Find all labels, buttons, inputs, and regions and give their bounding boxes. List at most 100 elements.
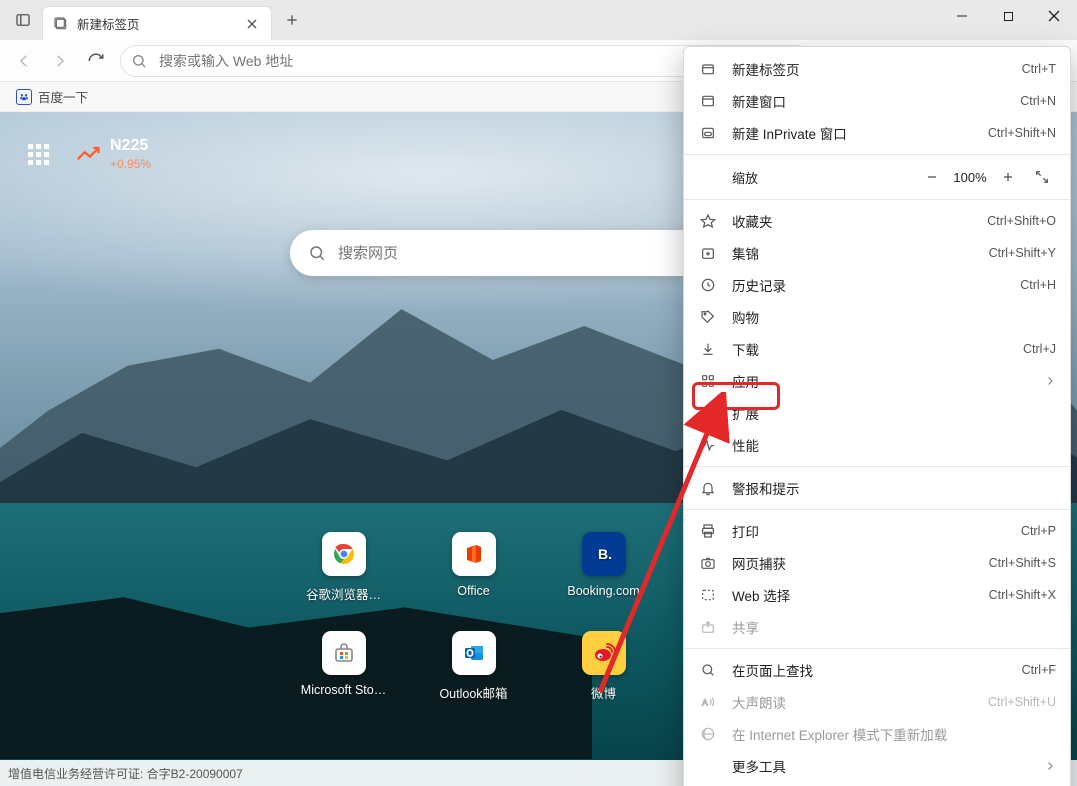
share-icon xyxy=(698,617,718,637)
star-icon xyxy=(698,211,718,231)
menu-label: 网页捕获 xyxy=(732,553,989,573)
chrome-icon xyxy=(322,532,366,576)
web-select-icon xyxy=(698,585,718,605)
ticker-symbol: N225 xyxy=(110,137,151,155)
menu-share: 共享 xyxy=(684,611,1070,643)
tile-label: Booking.com xyxy=(567,584,639,598)
tile-booking[interactable]: B. Booking.com xyxy=(554,532,654,603)
tab-actions-button[interactable] xyxy=(4,1,42,39)
shopping-icon xyxy=(698,307,718,327)
bell-icon xyxy=(698,478,718,498)
menu-label: 共享 xyxy=(732,617,1056,637)
menu-ie-mode: 在 Internet Explorer 模式下重新加载 xyxy=(684,718,1070,750)
msstore-icon xyxy=(322,631,366,675)
download-icon xyxy=(698,339,718,359)
settings-and-more-menu: 新建标签页 Ctrl+T 新建窗口 Ctrl+N 新建 InPrivate 窗口… xyxy=(683,46,1071,786)
zoom-in-button[interactable] xyxy=(994,163,1022,191)
tile-weibo[interactable]: 微博 xyxy=(554,631,654,702)
menu-separator xyxy=(684,509,1070,510)
menu-downloads[interactable]: 下载 Ctrl+J xyxy=(684,333,1070,365)
tab-newtab[interactable]: 新建标签页 xyxy=(42,6,272,40)
menu-label: 大声朗读 xyxy=(732,692,988,712)
menu-new-window[interactable]: 新建窗口 Ctrl+N xyxy=(684,85,1070,117)
outlook-icon xyxy=(452,631,496,675)
menu-find[interactable]: 在页面上查找 Ctrl+F xyxy=(684,654,1070,686)
menu-zoom-row: 缩放 100% xyxy=(684,160,1070,194)
tile-outlook[interactable]: Outlook邮箱 xyxy=(424,631,524,702)
office-icon xyxy=(452,532,496,576)
menu-label: 在 Internet Explorer 模式下重新加载 xyxy=(732,724,1056,744)
search-icon xyxy=(308,244,326,262)
zoom-out-button[interactable] xyxy=(918,163,946,191)
apps-icon xyxy=(698,371,718,391)
ticker-change: +0.95% xyxy=(110,157,151,171)
menu-shortcut: Ctrl+Shift+S xyxy=(989,556,1056,570)
menu-label: 性能 xyxy=(732,435,1056,455)
menu-label: 更多工具 xyxy=(732,756,1036,776)
menu-shortcut: Ctrl+Shift+O xyxy=(987,214,1056,228)
menu-label: 新建标签页 xyxy=(732,59,1022,79)
menu-favorites[interactable]: 收藏夹 Ctrl+Shift+O xyxy=(684,205,1070,237)
menu-separator xyxy=(684,154,1070,155)
menu-label: 新建 InPrivate 窗口 xyxy=(732,123,988,143)
menu-collections[interactable]: 集锦 Ctrl+Shift+Y xyxy=(684,237,1070,269)
menu-separator xyxy=(684,466,1070,467)
menu-new-inprivate[interactable]: 新建 InPrivate 窗口 Ctrl+Shift+N xyxy=(684,117,1070,149)
browser-window: 新建标签页 xyxy=(0,0,1077,786)
close-window-button[interactable] xyxy=(1031,0,1077,32)
collections-icon xyxy=(698,243,718,263)
menu-more-tools[interactable]: 更多工具 xyxy=(684,750,1070,782)
menu-print[interactable]: 打印 Ctrl+P xyxy=(684,515,1070,547)
menu-label: 打印 xyxy=(732,521,1021,541)
menu-label: 历史记录 xyxy=(732,275,1020,295)
tile-label: 谷歌浏览器… xyxy=(306,584,381,603)
menu-label: 在页面上查找 xyxy=(732,660,1022,680)
tile-chrome[interactable]: 谷歌浏览器… xyxy=(294,532,394,603)
menu-web-capture[interactable]: 网页捕获 Ctrl+Shift+S xyxy=(684,547,1070,579)
favorite-baidu-label: 百度一下 xyxy=(38,87,88,106)
menu-alerts[interactable]: 警报和提示 xyxy=(684,472,1070,504)
apps-grid-icon xyxy=(28,144,49,165)
menu-extensions[interactable]: 扩展 xyxy=(684,397,1070,429)
tile-office[interactable]: Office xyxy=(424,532,524,603)
license-text: 增值电信业务经营许可证: 合字B2-20090007 xyxy=(8,765,243,782)
tile-label: 微博 xyxy=(591,683,616,702)
fullscreen-button[interactable] xyxy=(1028,163,1056,191)
tab-close-button[interactable] xyxy=(243,15,261,33)
tile-label: Outlook邮箱 xyxy=(439,683,507,702)
menu-shortcut: Ctrl+T xyxy=(1022,62,1056,76)
extensions-icon xyxy=(698,403,718,423)
search-icon xyxy=(131,53,147,69)
menu-zoom-label: 缩放 xyxy=(732,168,918,187)
menu-shortcut: Ctrl+Shift+Y xyxy=(989,246,1056,260)
menu-performance[interactable]: 性能 xyxy=(684,429,1070,461)
booking-icon: B. xyxy=(582,532,626,576)
tile-msstore[interactable]: Microsoft Sto… xyxy=(294,631,394,702)
tab-title: 新建标签页 xyxy=(77,14,243,33)
menu-shopping[interactable]: 购物 xyxy=(684,301,1070,333)
find-icon xyxy=(698,660,718,680)
back-button[interactable] xyxy=(6,43,42,79)
app-launcher-button[interactable] xyxy=(20,136,56,172)
performance-icon xyxy=(698,435,718,455)
refresh-button[interactable] xyxy=(78,43,114,79)
minimize-button[interactable] xyxy=(939,0,985,32)
new-tab-button[interactable] xyxy=(276,4,308,36)
history-icon xyxy=(698,275,718,295)
tab-strip: 新建标签页 xyxy=(0,0,939,40)
menu-web-select[interactable]: Web 选择 Ctrl+Shift+X xyxy=(684,579,1070,611)
menu-new-tab[interactable]: 新建标签页 Ctrl+T xyxy=(684,53,1070,85)
market-ticker[interactable]: N225 +0.95% xyxy=(76,137,151,171)
trend-up-icon xyxy=(76,144,102,164)
menu-history[interactable]: 历史记录 Ctrl+H xyxy=(684,269,1070,301)
svg-text:A: A xyxy=(702,697,708,707)
menu-label: 新建窗口 xyxy=(732,91,1020,111)
svg-text:B.: B. xyxy=(598,546,612,562)
favorite-baidu[interactable]: 百度一下 xyxy=(10,84,94,109)
menu-label: 扩展 xyxy=(732,403,1056,423)
forward-button[interactable] xyxy=(42,43,78,79)
menu-apps[interactable]: 应用 xyxy=(684,365,1070,397)
maximize-button[interactable] xyxy=(985,0,1031,32)
menu-separator xyxy=(684,648,1070,649)
new-window-icon xyxy=(698,91,718,111)
